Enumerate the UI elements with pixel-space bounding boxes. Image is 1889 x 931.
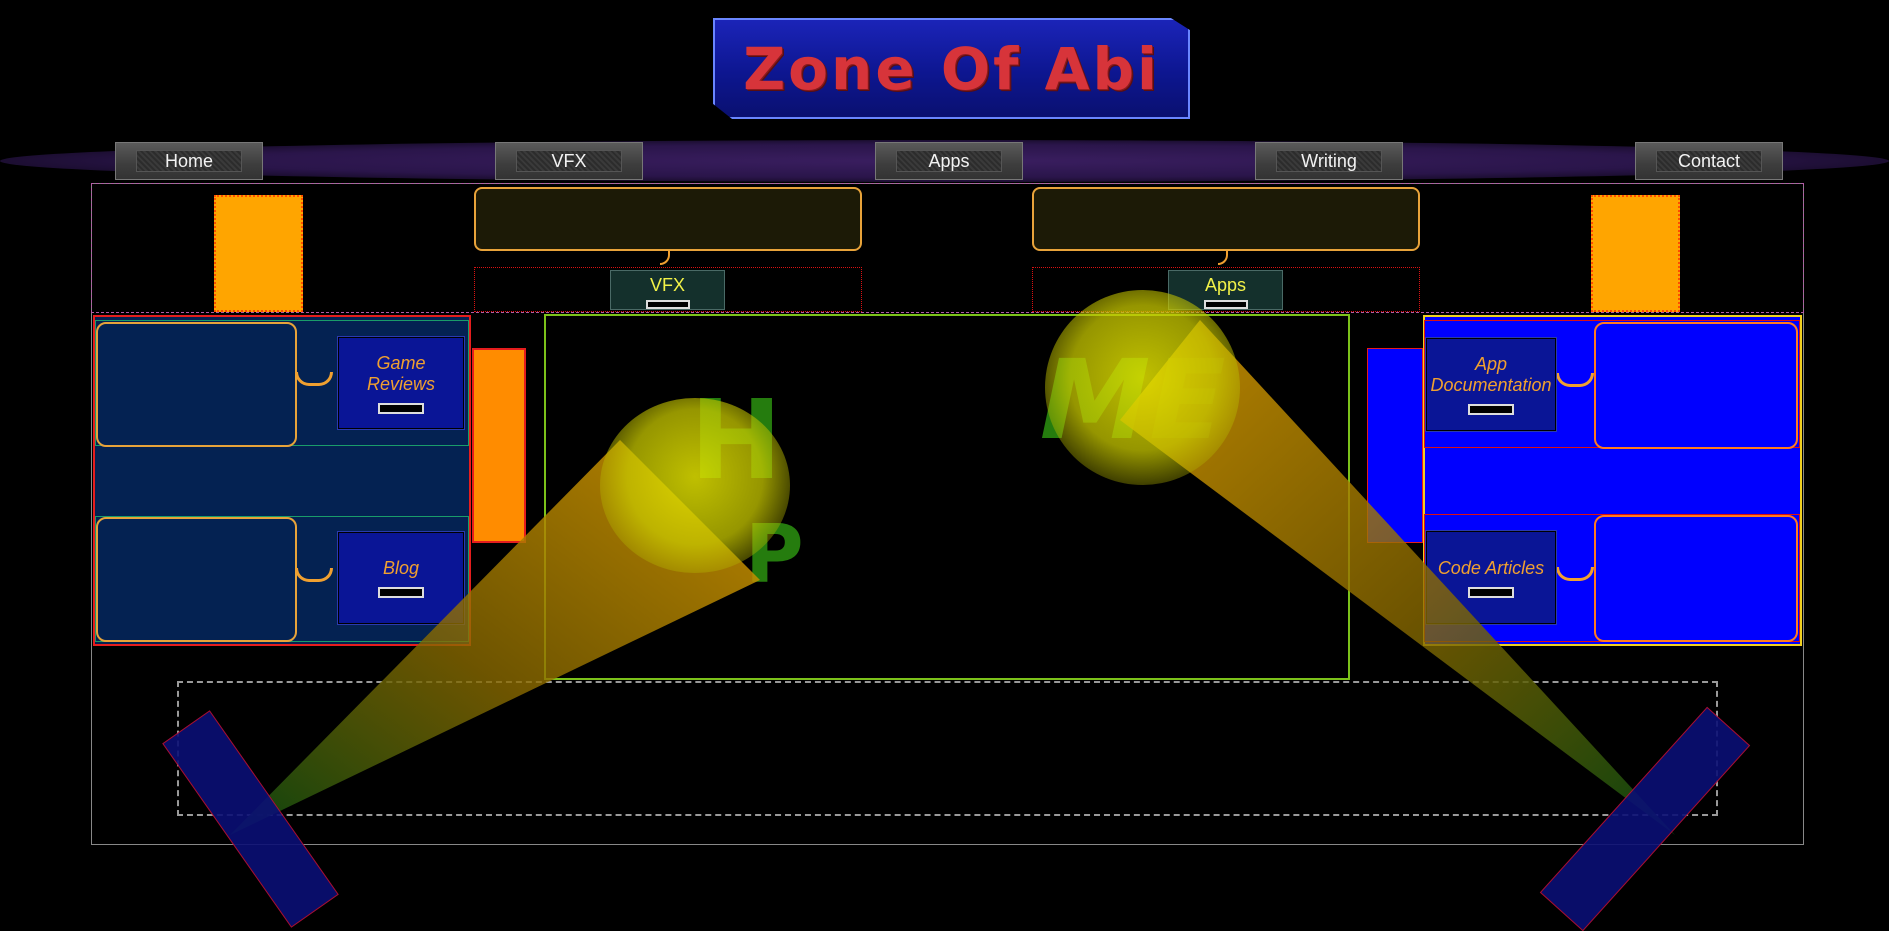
spotlight-beams (230, 320, 1675, 835)
spotlight-head-left (600, 398, 790, 573)
spotlight-head-right (1045, 290, 1240, 485)
